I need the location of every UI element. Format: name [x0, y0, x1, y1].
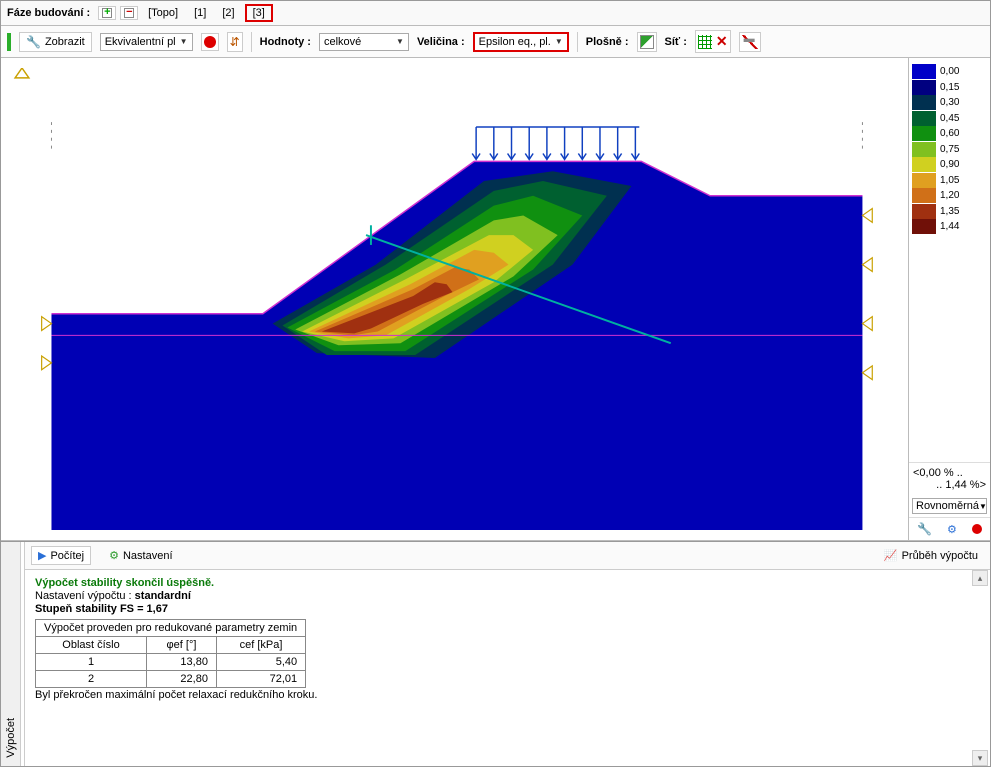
velicina-label: Veličina : [417, 36, 465, 48]
mesh-button[interactable]: ✕ [695, 30, 731, 53]
hodnoty-label: Hodnoty : [260, 36, 311, 48]
phase-label: Fáze budování : [7, 7, 90, 19]
phase-2[interactable]: [2] [216, 6, 240, 20]
chart-icon: 📈 [884, 549, 898, 562]
plosne-label: Plošně : [586, 36, 629, 48]
bottom-content: ▶Počítej ⚙Nastavení 📈Průběh výpočtu ▴ Vý… [25, 542, 990, 766]
record-button[interactable] [201, 33, 219, 51]
prubeh-button[interactable]: 📈Průběh výpočtu [878, 547, 984, 564]
x-icon: ✕ [716, 33, 728, 50]
viewport[interactable] [1, 58, 908, 540]
arrows-icon: ⇵ [230, 35, 240, 49]
result-note: Byl překročen maximální počet relaxací r… [35, 689, 980, 701]
table-row: 1 13,80 5,40 [36, 654, 306, 671]
sit-label: Síť : [665, 36, 687, 48]
velicina-dropdown[interactable]: Epsilon eq., pl.▼ [473, 32, 569, 52]
result-fs: Stupeň stability FS = 1,67 [35, 603, 980, 615]
plosne-button[interactable] [637, 32, 657, 52]
gear-icon: ⚙ [109, 549, 119, 562]
result-setting: Nastavení výpočtu : standardní [35, 590, 980, 602]
view-toolbar: 🔧Zobrazit Ekvivalentní pl▼ ⇵ Hodnoty : c… [1, 26, 990, 58]
fem-plot [11, 68, 898, 530]
legend-swatch [912, 64, 936, 79]
legend-panel: 0,00 0,15 0,30 0,45 0,60 0,75 0,90 1,05 … [908, 58, 990, 540]
legend-mode-dropdown[interactable]: Rovnoměrná▼ [912, 498, 987, 514]
legend-controls: 🔧 ⚙ [909, 517, 990, 540]
phase-3[interactable]: [3] [245, 4, 273, 22]
add-phase-button[interactable] [98, 6, 116, 20]
wrench-icon: 🔧 [26, 35, 41, 49]
scroll-up-button[interactable]: ▴ [972, 570, 988, 586]
legend-settings-icon[interactable]: ⚙ [947, 523, 957, 536]
extra-toggle-button[interactable] [739, 32, 761, 52]
pocitej-button[interactable]: ▶Počítej [31, 546, 91, 565]
legend-range: <0,00 % .. .. 1,44 %> [909, 462, 990, 495]
phase-topo[interactable]: [Topo] [142, 6, 184, 20]
results-table: Výpočet proveden pro redukované parametr… [35, 619, 306, 688]
toolbar-accent [7, 33, 11, 51]
results-area: ▴ Výpočet stability skončil úspěšně. Nas… [25, 570, 990, 766]
table-row: 2 22,80 72,01 [36, 671, 306, 688]
bottom-panel: Výpočet ▶Počítej ⚙Nastavení 📈Průběh výpo… [1, 541, 990, 766]
bottom-toolbar: ▶Počítej ⚙Nastavení 📈Průběh výpočtu [25, 542, 990, 570]
vectors-button[interactable]: ⇵ [227, 32, 243, 52]
strike-icon [742, 35, 758, 49]
phase-1[interactable]: [1] [188, 6, 212, 20]
remove-phase-button[interactable] [120, 6, 138, 20]
legend-wrench-icon[interactable]: 🔧 [917, 522, 932, 536]
red-circle-icon [204, 36, 216, 48]
hodnoty-dropdown[interactable]: celkové▼ [319, 33, 409, 51]
result-success: Výpočet stability skončil úspěšně. [35, 577, 980, 589]
scroll-down-button[interactable]: ▾ [972, 750, 988, 766]
nastaveni-button[interactable]: ⚙Nastavení [103, 547, 178, 564]
phase-bar: Fáze budování : [Topo] [1] [2] [3] [1, 1, 990, 26]
zobrazit-button[interactable]: 🔧Zobrazit [19, 32, 92, 52]
play-icon: ▶ [38, 549, 46, 562]
side-tab-vypocet[interactable]: Výpočet [1, 542, 21, 766]
ekvivalentni-dropdown[interactable]: Ekvivalentní pl▼ [100, 33, 193, 51]
legend-record-icon[interactable] [972, 524, 982, 534]
fill-icon [640, 35, 654, 49]
main-area: 0,00 0,15 0,30 0,45 0,60 0,75 0,90 1,05 … [1, 58, 990, 541]
grid-icon [698, 35, 712, 49]
legend-body: 0,00 0,15 0,30 0,45 0,60 0,75 0,90 1,05 … [909, 58, 990, 462]
